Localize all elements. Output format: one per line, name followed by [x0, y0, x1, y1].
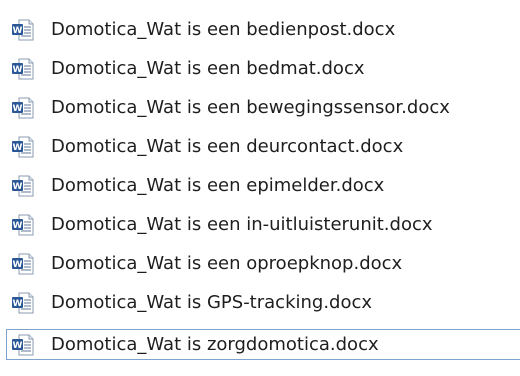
file-row[interactable]: W Domotica_Wat is een deurcontact.docx: [6, 131, 520, 162]
file-name[interactable]: Domotica_Wat is een bedmat.docx: [51, 54, 365, 83]
file-list: W Domotica_Wat is een bedienpost.docx W …: [0, 0, 520, 376]
file-row[interactable]: W Domotica_Wat is een bedmat.docx: [6, 53, 520, 84]
file-name[interactable]: Domotica_Wat is een in-uitluisterunit.do…: [51, 210, 433, 239]
file-name[interactable]: Domotica_Wat is zorgdomotica.docx: [51, 330, 379, 359]
file-row[interactable]: W Domotica_Wat is GPS-tracking.docx: [6, 287, 520, 318]
word-document-icon: W: [12, 253, 34, 274]
svg-text:W: W: [13, 260, 23, 270]
word-document-icon: W: [12, 292, 34, 313]
svg-text:W: W: [13, 299, 23, 309]
file-row-selected[interactable]: W Domotica_Wat is zorgdomotica.docx: [6, 329, 520, 360]
file-row[interactable]: W Domotica_Wat is een bedienpost.docx: [6, 14, 520, 45]
word-document-icon: W: [12, 19, 34, 40]
svg-text:W: W: [13, 341, 23, 351]
file-row[interactable]: W Domotica_Wat is een in-uitluisterunit.…: [6, 209, 520, 240]
word-document-icon: W: [12, 97, 34, 118]
svg-text:W: W: [13, 104, 23, 114]
file-name[interactable]: Domotica_Wat is een deurcontact.docx: [51, 132, 403, 161]
word-document-icon: W: [12, 214, 34, 235]
word-document-icon: W: [12, 175, 34, 196]
svg-text:W: W: [13, 65, 23, 75]
word-document-icon: W: [12, 334, 34, 355]
word-document-icon: W: [12, 58, 34, 79]
file-name[interactable]: Domotica_Wat is een oproepknop.docx: [51, 249, 402, 278]
file-row[interactable]: W Domotica_Wat is een bewegingssensor.do…: [6, 92, 520, 123]
file-name[interactable]: Domotica_Wat is GPS-tracking.docx: [51, 288, 372, 317]
word-document-icon: W: [12, 136, 34, 157]
file-row[interactable]: W Domotica_Wat is een epimelder.docx: [6, 170, 520, 201]
file-row[interactable]: W Domotica_Wat is een oproepknop.docx: [6, 248, 520, 279]
file-name[interactable]: Domotica_Wat is een epimelder.docx: [51, 171, 384, 200]
svg-text:W: W: [13, 143, 23, 153]
file-name[interactable]: Domotica_Wat is een bewegingssensor.docx: [51, 93, 450, 122]
svg-text:W: W: [13, 26, 23, 36]
file-name[interactable]: Domotica_Wat is een bedienpost.docx: [51, 15, 395, 44]
svg-text:W: W: [13, 182, 23, 192]
svg-text:W: W: [13, 221, 23, 231]
